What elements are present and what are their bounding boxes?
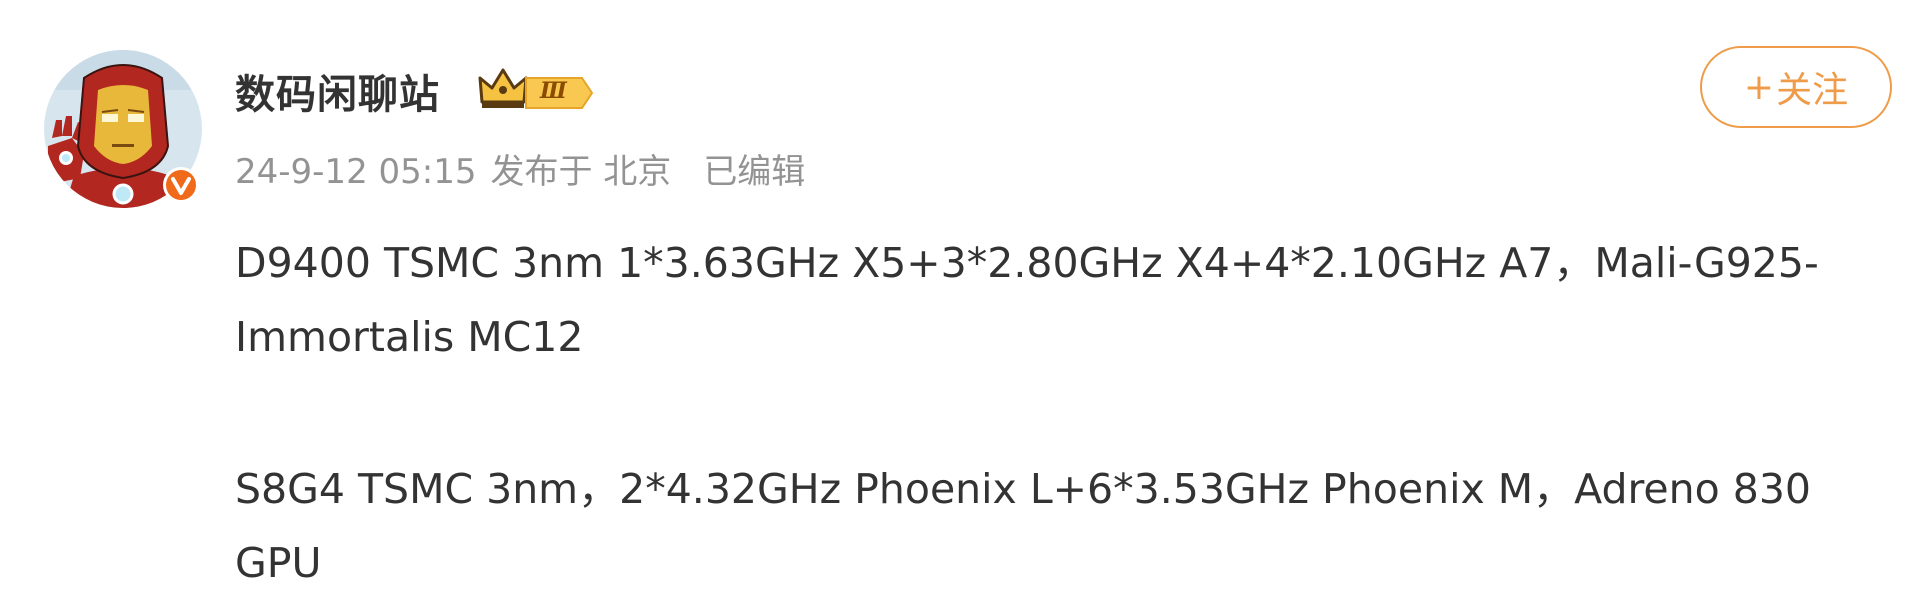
level-badge-text: Ⅲ <box>540 78 567 104</box>
content-line: D9400 TSMC 3nm 1*3.63GHz X5+3*2.80GHz X4… <box>235 239 1819 287</box>
post-meta: 24-9-12 05:15 发布于 北京 已编辑 <box>235 144 819 193</box>
content-line: GPU <box>235 539 322 587</box>
weibo-post: 数码闲聊站 Ⅲ 24-9-12 05:15 发布于 北京 已编辑 + 关注 D9400… <box>0 0 1920 610</box>
plus-icon: + <box>1743 66 1775 108</box>
follow-button[interactable]: + 关注 <box>1700 46 1892 128</box>
post-content: D9400 TSMC 3nm 1*3.63GHz X5+3*2.80GHz X4… <box>235 226 1875 600</box>
post-time[interactable]: 24-9-12 05:15 <box>235 152 477 192</box>
content-line: S8G4 TSMC 3nm，2*4.32GHz Phoenix L+6*3.53… <box>235 465 1812 513</box>
author-name[interactable]: 数码闲聊站 <box>235 62 440 120</box>
edited-label[interactable]: 已编辑 <box>703 152 805 192</box>
post-location: 发布于 北京 <box>490 152 672 192</box>
content-line: Immortalis MC12 <box>235 313 584 361</box>
follow-label: 关注 <box>1776 70 1849 111</box>
verified-v-icon <box>162 166 200 204</box>
